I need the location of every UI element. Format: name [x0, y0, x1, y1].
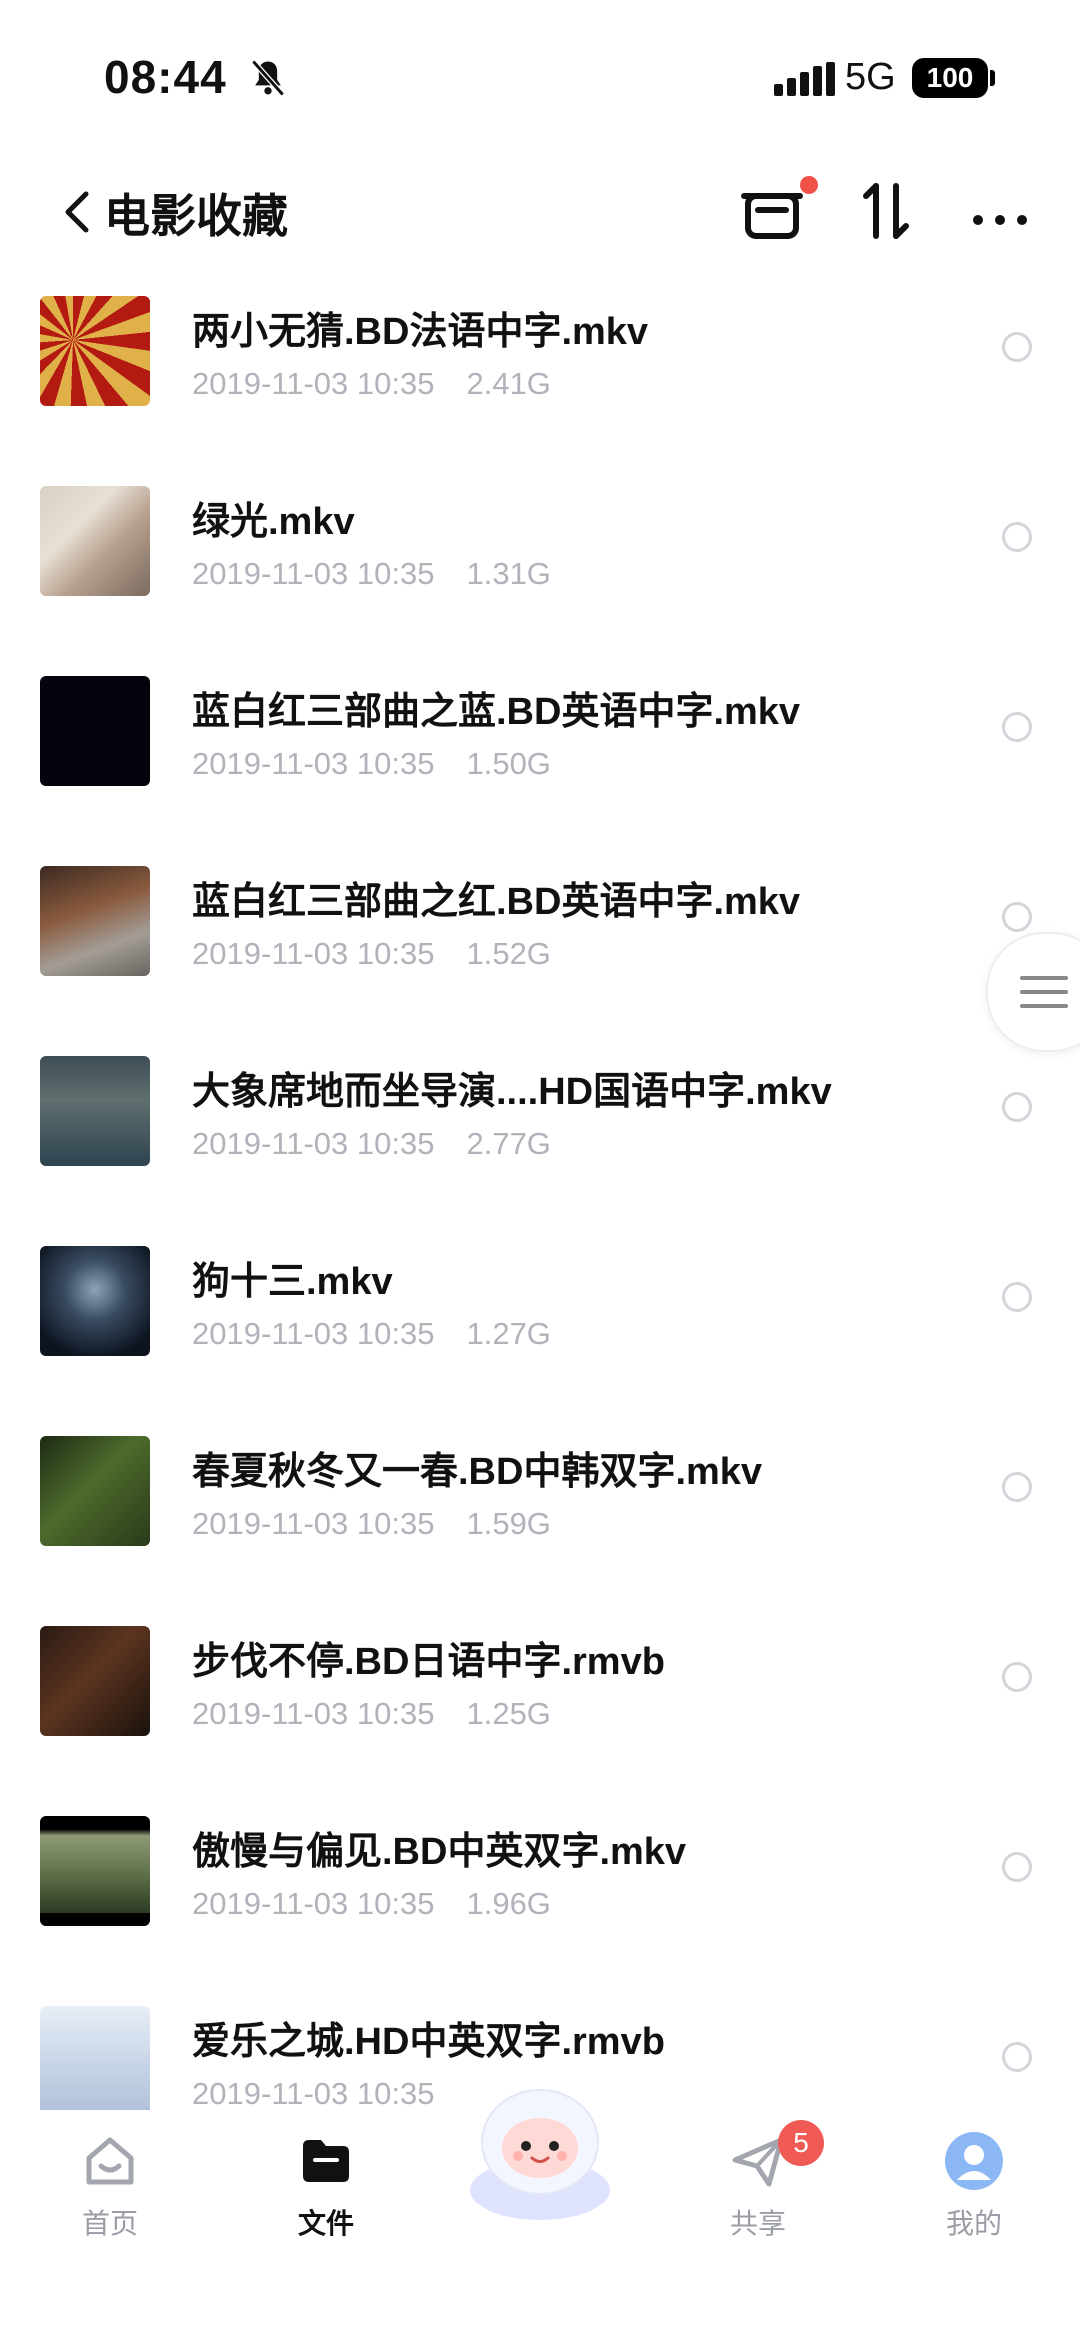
select-radio[interactable]: [1002, 1472, 1032, 1502]
select-radio[interactable]: [1002, 1282, 1032, 1312]
file-size: 1.52G: [466, 936, 551, 971]
file-meta: 2019-11-03 10:35: [192, 2076, 466, 2110]
back-chevron-icon[interactable]: [56, 182, 100, 242]
battery-tip: [990, 70, 995, 86]
sort-icon[interactable]: [848, 172, 928, 252]
nav-share-label: 共享: [729, 2208, 786, 2239]
file-meta: 2019-11-03 10:35 1.25G: [192, 1696, 551, 1732]
file-meta: 2019-11-03 10:35 1.59G: [192, 1506, 551, 1542]
video-thumbnail: [40, 2006, 150, 2110]
network-type: 5G: [845, 56, 896, 98]
video-thumbnail: [40, 1816, 150, 1926]
select-radio[interactable]: [1002, 332, 1032, 362]
battery-indicator: 100: [912, 58, 988, 98]
list-item[interactable]: 大象席地而坐导演....HD国语中字.mkv 2019-11-03 10:35 2…: [0, 1030, 1080, 1220]
signal-icon: [774, 62, 835, 96]
file-date: 2019-11-03 10:35: [192, 1886, 435, 1921]
status-time: 08:44: [104, 51, 227, 103]
page-title: 电影收藏: [104, 190, 288, 242]
file-size: 1.50G: [466, 746, 551, 781]
file-list: 两小无猜.BD法语中字.mkv 2019-11-03 10:35 2.41G 绿光…: [0, 270, 1080, 2110]
menu-lines-icon: [1020, 976, 1068, 1008]
video-thumbnail: [40, 866, 150, 976]
file-date: 2019-11-03 10:35: [192, 366, 435, 401]
file-name: 两小无猜.BD法语中字.mkv: [192, 311, 649, 353]
list-item[interactable]: 蓝白红三部曲之红.BD英语中字.mkv 2019-11-03 10:35 1.52…: [0, 840, 1080, 1030]
video-thumbnail: [40, 1056, 150, 1166]
file-meta: 2019-11-03 10:35 1.31G: [192, 556, 551, 592]
select-radio[interactable]: [1002, 1662, 1032, 1692]
file-meta: 2019-11-03 10:35 2.41G: [192, 366, 551, 402]
nav-files-label: 文件: [297, 2208, 354, 2239]
video-thumbnail: [40, 486, 150, 596]
nav-me-label: 我的: [945, 2208, 1002, 2239]
file-name: 蓝白红三部曲之红.BD英语中字.mkv: [192, 881, 801, 923]
select-radio[interactable]: [1002, 2042, 1032, 2072]
file-date: 2019-11-03 10:35: [192, 1316, 435, 1351]
more-options-icon[interactable]: [960, 172, 1040, 252]
video-thumbnail: [40, 1626, 150, 1736]
list-item[interactable]: 两小无猜.BD法语中字.mkv 2019-11-03 10:35 2.41G: [0, 270, 1080, 460]
video-thumbnail: [40, 1436, 150, 1546]
video-thumbnail: [40, 676, 150, 786]
file-date: 2019-11-03 10:35: [192, 936, 435, 971]
file-meta: 2019-11-03 10:35 1.96G: [192, 1886, 551, 1922]
file-name: 蓝白红三部曲之蓝.BD英语中字.mkv: [192, 691, 801, 733]
file-name: 傲慢与偏见.BD中英双字.mkv: [192, 1831, 687, 1873]
list-item[interactable]: 步伐不停.BD日语中字.rmvb 2019-11-03 10:35 1.25G: [0, 1600, 1080, 1790]
file-size: 1.59G: [466, 1506, 551, 1541]
file-meta: 2019-11-03 10:35 1.50G: [192, 746, 551, 782]
list-item[interactable]: 春夏秋冬又一春.BD中韩双字.mkv 2019-11-03 10:35 1.59G: [0, 1410, 1080, 1600]
notification-dot: [800, 176, 818, 194]
select-radio[interactable]: [1002, 522, 1032, 552]
file-size: 2.41G: [466, 366, 551, 401]
file-date: 2019-11-03 10:35: [192, 556, 435, 591]
mascot-assistant-icon[interactable]: [440, 2070, 640, 2230]
select-radio[interactable]: [1002, 712, 1032, 742]
file-date: 2019-11-03 10:35: [192, 2076, 435, 2110]
file-size: 2.77G: [466, 1126, 551, 1161]
file-name: 狗十三.mkv: [192, 1261, 393, 1303]
file-date: 2019-11-03 10:35: [192, 1126, 435, 1161]
file-size: 1.25G: [466, 1696, 551, 1731]
select-radio[interactable]: [1002, 902, 1032, 932]
video-thumbnail: [40, 296, 150, 406]
file-size: 1.27G: [466, 1316, 551, 1351]
folder-icon: [303, 2140, 349, 2182]
list-item[interactable]: 傲慢与偏见.BD中英双字.mkv 2019-11-03 10:35 1.96G: [0, 1790, 1080, 1980]
home-icon: [86, 2137, 134, 2185]
file-name: 步伐不停.BD日语中字.rmvb: [192, 1641, 665, 1683]
video-thumbnail: [40, 1246, 150, 1356]
file-name: 大象席地而坐导演....HD国语中字.mkv: [192, 1071, 832, 1113]
list-item[interactable]: 绿光.mkv 2019-11-03 10:35 1.31G: [0, 460, 1080, 650]
list-item[interactable]: 蓝白红三部曲之蓝.BD英语中字.mkv 2019-11-03 10:35 1.50…: [0, 650, 1080, 840]
share-badge: 5: [778, 2120, 824, 2166]
list-item[interactable]: 狗十三.mkv 2019-11-03 10:35 1.27G: [0, 1220, 1080, 1410]
file-date: 2019-11-03 10:35: [192, 1696, 435, 1731]
nav-me[interactable]: 我的: [904, 2130, 1044, 2260]
file-date: 2019-11-03 10:35: [192, 1506, 435, 1541]
file-meta: 2019-11-03 10:35 1.27G: [192, 1316, 551, 1352]
file-meta: 2019-11-03 10:35 2.77G: [192, 1126, 551, 1162]
bell-muted-icon: [251, 59, 285, 97]
file-name: 爱乐之城.HD中英双字.rmvb: [192, 2021, 665, 2063]
select-radio[interactable]: [1002, 1852, 1032, 1882]
file-size: 1.96G: [466, 1886, 551, 1921]
nav-home-label: 首页: [81, 2208, 138, 2239]
file-name: 春夏秋冬又一春.BD中韩双字.mkv: [192, 1451, 763, 1493]
avatar-icon: [945, 2132, 1003, 2190]
nav-files[interactable]: 文件: [256, 2130, 396, 2260]
file-meta: 2019-11-03 10:35 1.52G: [192, 936, 551, 972]
bottom-nav: 首页 文件 共享 我的: [0, 2089, 1080, 2341]
nav-home[interactable]: 首页: [40, 2130, 180, 2260]
header-bar: 电影收藏: [0, 160, 1080, 270]
file-date: 2019-11-03 10:35: [192, 746, 435, 781]
status-bar: 08:44 5G 100: [0, 0, 1080, 150]
file-size: 1.31G: [466, 556, 551, 591]
select-radio[interactable]: [1002, 1092, 1032, 1122]
file-name: 绿光.mkv: [192, 501, 355, 543]
